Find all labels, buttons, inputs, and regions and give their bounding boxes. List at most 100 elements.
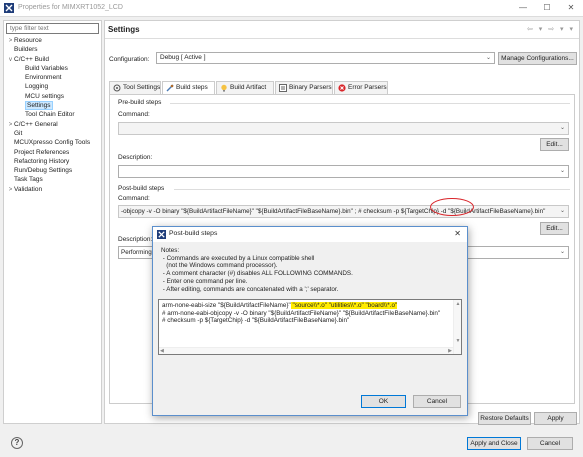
property-tree: > Resource Builders v C/C++ Build Build Varia… [4,36,101,194]
sidebar-item[interactable]: Environment [4,73,101,82]
sidebar: >ResourceBuildersvC/C++ BuildBuild Varia… [3,20,102,424]
eclipse-app-icon [157,230,166,239]
sidebar-item[interactable]: Logging [4,82,101,91]
chevron-down-icon: ⌄ [559,249,565,255]
window-title-bar: Properties for MIMXRT1052_LCD — ☐ ✕ [0,0,583,17]
postbuild-edit-button[interactable]: Edit... [540,222,569,235]
note-line: - After editing, commands are concatenat… [161,285,339,293]
sidebar-item[interactable]: MCU settings [4,92,101,101]
binary-parsers-icon [279,84,287,92]
sidebar-item[interactable]: Builders [4,45,101,54]
dialog-ok-button[interactable]: OK [361,395,406,408]
sidebar-item[interactable]: v C/C++ Build [4,55,101,64]
chevron-down-icon: ⌄ [559,168,565,174]
sidebar-item[interactable]: > Resource [4,36,101,45]
scroll-down-icon[interactable]: ▼ [456,338,461,346]
sidebar-item[interactable]: Run/Debug Settings [4,166,101,175]
page-title: Settings [108,25,140,34]
tab-binary-parsers[interactable]: Binary Parsers [275,81,333,94]
sidebar-item-label: Tool Chain Editor [25,111,75,119]
sidebar-item-label: Build Variables [25,64,68,72]
prebuild-separator [170,103,570,104]
apply-and-close-button[interactable]: Apply and Close [467,437,521,450]
dialog-cancel-button[interactable]: Cancel [413,395,461,408]
chevron-down-icon: ⌄ [559,125,565,131]
sidebar-item[interactable]: > C/C++ General [4,120,101,129]
sidebar-item[interactable]: Git [4,129,101,138]
build-artifact-icon [221,84,227,92]
postbuild-command-field[interactable]: -objcopy -v -O binary "${BuildArtifactFi… [118,205,569,218]
dialog-title-bar: Post-build steps ✕ [153,227,467,242]
apply-button[interactable]: Apply [534,412,577,425]
prebuild-description-field[interactable]: ⌄ [118,165,569,178]
annotation-circle [430,198,474,216]
scroll-left-icon[interactable]: ◀ [160,348,164,354]
note-line: Notes: [161,247,180,254]
sidebar-item-label: Task Tags [14,176,43,184]
chevron-right-icon[interactable]: > [7,186,14,195]
filter-input[interactable] [6,23,99,34]
sidebar-item-label: Logging [25,83,49,91]
restore-defaults-button[interactable]: Restore Defaults [478,412,531,425]
sidebar-item[interactable]: Tool Chain Editor [4,110,101,119]
sidebar-item-label: C/C++ General [14,120,58,128]
scroll-right-icon[interactable]: ▶ [448,348,452,354]
note-line: - Enter one command per line. [161,277,248,285]
main-header: Settings ⇦ ▾ ⇨ ▾ ▾ [105,21,579,39]
configuration-select[interactable]: Debug [ Active ] ⌄ [156,52,495,64]
window-title: Properties for MIMXRT1052_LCD [18,4,123,11]
horizontal-scrollbar[interactable]: ◀ ▶ [159,347,453,354]
highlighted-text: "source\\*.o" "utilities\\*.o" "board\\*… [290,302,398,309]
sidebar-item[interactable]: Refactoring History [4,157,101,166]
prebuild-edit-button[interactable]: Edit... [540,138,569,151]
sidebar-item-label: Resource [14,37,42,44]
sidebar-item-label: Settings [25,101,53,111]
tab-tool-settings[interactable]: Tool Settings [109,81,161,94]
manage-configurations-button[interactable]: Manage Configurations... [498,52,577,65]
prebuild-command-label: Command: [118,111,150,118]
configuration-value: Debug [ Active ] [160,54,206,61]
error-icon [338,84,346,92]
close-icon[interactable]: ✕ [454,229,461,238]
help-icon[interactable]: ? [11,437,23,449]
dialog-notes: Notes: - Commands are executed by a Linu… [161,247,461,293]
minimize-button[interactable]: — [511,0,535,16]
chevron-down-icon: ⌄ [559,208,565,214]
tab-build-steps[interactable]: Build steps [162,81,215,95]
sidebar-item[interactable]: > Validation [4,185,101,194]
sidebar-item[interactable]: Build Variables [4,64,101,73]
sidebar-item-label: Run/Debug Settings [14,167,73,175]
sidebar-item-label: Validation [14,185,43,193]
postbuild-description-label: Description: [118,236,153,243]
tab-build-artifact[interactable]: Build Artifact [216,81,274,94]
postbuild-heading: Post-build steps [118,185,165,192]
editor-line-1: arm-none-eabi-size "${BuildArtifactFileN… [162,302,398,309]
tool-settings-icon [113,84,121,92]
sidebar-item[interactable]: Task Tags [4,175,101,184]
chevron-down-icon: ⌄ [485,55,491,61]
editor-line-2: # arm-none-eabi-objcopy -v -O binary "${… [162,309,441,317]
sidebar-item-label: MCU settings [25,92,65,100]
sidebar-item-label: Git [14,129,23,137]
close-window-button[interactable]: ✕ [559,0,583,16]
postbuild-steps-dialog: Post-build steps ✕ Notes: - Commands are… [152,226,468,416]
sidebar-item[interactable]: Project References [4,148,101,157]
sidebar-item[interactable]: MCUXpresso Config Tools [4,138,101,147]
editor-line-3: # checksum -p ${TargetChip} -d "${BuildA… [162,317,350,325]
navigation-arrows[interactable]: ⇦ ▾ ⇨ ▾ ▾ [527,25,575,33]
sidebar-item-label: MCUXpresso Config Tools [14,139,91,147]
maximize-button[interactable]: ☐ [535,0,559,16]
sidebar-item-label: Builders [14,46,38,54]
postbuild-separator [174,189,570,190]
cancel-button[interactable]: Cancel [527,437,573,450]
prebuild-command-field[interactable]: ⌄ [118,122,569,135]
sidebar-item-label: Refactoring History [14,157,70,165]
eclipse-app-icon [4,3,14,13]
postbuild-command-editor[interactable]: arm-none-eabi-size "${BuildArtifactFileN… [158,299,462,355]
sidebar-item[interactable]: Settings [4,101,101,111]
scroll-up-icon[interactable]: ▲ [456,301,461,309]
vertical-scrollbar[interactable]: ▲ ▼ [453,300,461,354]
note-line: - Commands are executed by a Linux compa… [161,254,315,262]
note-line: - A comment character (#) disables ALL F… [161,270,353,278]
tab-error-parsers[interactable]: Error Parsers [334,81,388,94]
